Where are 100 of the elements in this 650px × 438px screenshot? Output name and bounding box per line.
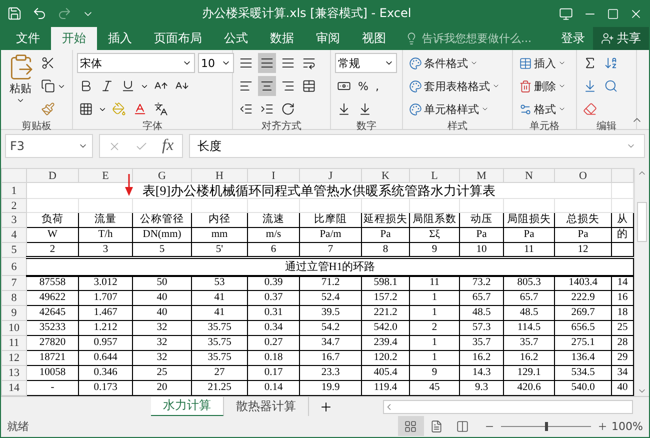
- group-label: 样式: [446, 120, 468, 133]
- column-header[interactable]: D: [26, 168, 78, 182]
- font-size-field[interactable]: 10: [198, 53, 234, 73]
- top-align-icon[interactable]: [239, 56, 253, 70]
- column-header[interactable]: O: [554, 168, 612, 182]
- group-label: 剪贴板: [20, 120, 52, 133]
- horizontal-scrollbar[interactable]: [383, 400, 633, 414]
- align-right-icon[interactable]: [281, 79, 295, 93]
- ribbon-display-icon[interactable]: [559, 6, 573, 20]
- column-header[interactable]: J: [300, 168, 362, 182]
- column-header[interactable]: E: [78, 168, 132, 182]
- cells-button[interactable]: 删除: [517, 76, 568, 96]
- paste-button[interactable]: 粘贴: [5, 53, 36, 119]
- decrease-indent-icon[interactable]: [239, 102, 253, 116]
- fill-color-icon[interactable]: [112, 102, 126, 116]
- borders-icon[interactable]: [79, 102, 93, 116]
- italic-icon[interactable]: [100, 79, 114, 93]
- lightbulb-icon[interactable]: [405, 32, 418, 45]
- table-cell: 41: [192, 306, 248, 320]
- number-format-field[interactable]: 常规: [335, 53, 397, 73]
- share-button[interactable]: 共享: [593, 27, 649, 50]
- merge-icon[interactable]: [302, 79, 316, 93]
- table-cell: 0.17: [248, 366, 300, 380]
- menu-tab[interactable]: 数据: [259, 27, 305, 50]
- font-name-field[interactable]: 宋体: [77, 53, 195, 73]
- middle-align-icon[interactable]: [260, 56, 274, 70]
- menu-tab[interactable]: 审阅: [305, 27, 351, 50]
- row-header[interactable]: 7: [2, 276, 26, 290]
- row-header[interactable]: 13: [2, 366, 26, 380]
- increase-indent-icon[interactable]: [260, 102, 274, 116]
- row-header[interactable]: 8: [2, 290, 26, 306]
- sheet-tab[interactable]: 水力计算: [151, 396, 224, 416]
- column-header[interactable]: N: [504, 168, 554, 182]
- row-header[interactable]: 2: [2, 198, 26, 212]
- cells-button[interactable]: 插入: [517, 53, 568, 73]
- menu-tab[interactable]: 视图: [351, 27, 397, 50]
- scrollbar-thumb[interactable]: [637, 202, 647, 242]
- table-icon: [519, 56, 532, 70]
- zoom-level[interactable]: 100%: [612, 420, 643, 432]
- styles-button[interactable]: 条件格式: [407, 53, 502, 73]
- row-header[interactable]: 3: [2, 212, 26, 228]
- column-header[interactable]: K: [362, 168, 410, 182]
- insert-function-button[interactable]: fx: [162, 137, 174, 155]
- orientation-icon[interactable]: [281, 102, 295, 116]
- wrap-text-icon[interactable]: [302, 56, 316, 70]
- row-header[interactable]: 6: [2, 258, 26, 276]
- name-box[interactable]: F3: [5, 134, 93, 158]
- menu-tab[interactable]: 插入: [97, 27, 143, 50]
- font-color-icon[interactable]: [133, 102, 147, 116]
- formula-field[interactable]: 长度: [188, 134, 645, 158]
- undo-icon[interactable]: [32, 6, 47, 21]
- cells-button[interactable]: 格式: [517, 99, 568, 119]
- view-button[interactable]: [398, 416, 424, 436]
- menu-tab[interactable]: 页面布局: [143, 27, 213, 50]
- zoom-slider-thumb[interactable]: [544, 422, 548, 430]
- table-cell: 42645: [26, 306, 78, 320]
- vertical-scrollbar[interactable]: [634, 168, 649, 396]
- menu-tab[interactable]: 公式: [213, 27, 259, 50]
- bold-icon[interactable]: [79, 79, 93, 93]
- column-header[interactable]: M: [460, 168, 504, 182]
- tell-me-field[interactable]: 告诉我您想要做什么...: [422, 31, 532, 46]
- fill-icon[interactable]: [583, 79, 597, 93]
- clear-icon[interactable]: [583, 102, 597, 116]
- menu-tab[interactable]: 开始: [51, 27, 97, 50]
- add-sheet-icon[interactable]: [319, 400, 333, 414]
- sign-in-button[interactable]: 登录: [553, 27, 593, 50]
- maximize-icon[interactable]: [607, 8, 619, 20]
- currency-icon[interactable]: [337, 79, 351, 93]
- column-header[interactable]: G: [132, 168, 192, 182]
- styles-button[interactable]: 单元格样式: [407, 99, 502, 119]
- underline-icon[interactable]: [121, 79, 135, 93]
- bottom-align-icon[interactable]: [281, 56, 295, 70]
- sort-icon[interactable]: [604, 56, 618, 70]
- autosum-icon[interactable]: [583, 56, 597, 70]
- row-header[interactable]: 9: [2, 306, 26, 320]
- search-icon[interactable]: [604, 79, 618, 93]
- table-cell: 656.5: [554, 320, 612, 336]
- table-cell: 114.5: [504, 320, 554, 336]
- phonetic-icon[interactable]: [154, 102, 168, 116]
- styles-button[interactable]: 套用表格格式: [407, 76, 502, 96]
- row-header[interactable]: 12: [2, 350, 26, 366]
- zoom-in-icon[interactable]: [596, 420, 608, 432]
- save-icon[interactable]: [7, 6, 22, 21]
- row-header[interactable]: 14: [2, 380, 26, 396]
- column-header[interactable]: L: [410, 168, 460, 182]
- copy-icon[interactable]: [41, 79, 55, 93]
- row-header[interactable]: 4: [2, 228, 26, 242]
- column-header[interactable]: H: [192, 168, 248, 182]
- cut-icon[interactable]: [41, 56, 55, 70]
- align-left-icon[interactable]: [239, 79, 253, 93]
- format-painter-icon[interactable]: [41, 102, 55, 116]
- row-header[interactable]: 1: [2, 182, 26, 198]
- row-header[interactable]: 10: [2, 320, 26, 336]
- row-header[interactable]: 11: [2, 336, 26, 350]
- column-header[interactable]: I: [248, 168, 300, 182]
- percent-button[interactable]: %: [356, 76, 370, 96]
- row-header[interactable]: 5: [2, 242, 26, 258]
- comma-button[interactable]: ,: [373, 76, 381, 96]
- align-center-icon[interactable]: [260, 79, 274, 93]
- menu-tab[interactable]: 文件: [5, 27, 51, 50]
